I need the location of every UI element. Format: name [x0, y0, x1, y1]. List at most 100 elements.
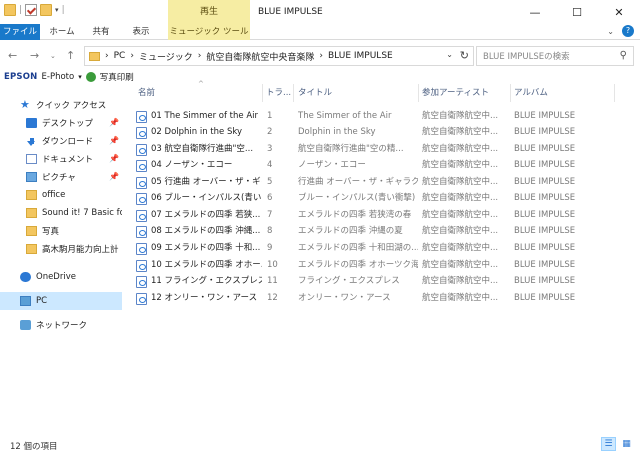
print-icon — [85, 72, 96, 82]
track-artist: 航空自衛隊航空中... — [422, 276, 499, 286]
track-title: エメラルドの四季 若狭湾の春 — [298, 210, 412, 220]
tab-share[interactable]: 共有 — [86, 24, 116, 40]
audio-file-icon — [136, 242, 147, 255]
table-row[interactable]: 05 行進曲 オーバー・ザ・ギャ... 5 行進曲 オーバー・ザ・ギャラク...… — [136, 174, 614, 191]
title-bar: | ▾ | 再生 BLUE IMPULSE — ☐ ✕ — [0, 0, 640, 24]
table-row[interactable]: 06 ブルー・インパルス(青い... 6 ブルー・インパルス(青い衝撃) 航空自… — [136, 190, 614, 207]
table-row[interactable]: 08 エメラルドの四季 沖縄... 8 エメラルドの四季 沖縄の夏 航空自衛隊航… — [136, 223, 614, 240]
large-icons-view-icon[interactable]: ▦ — [619, 437, 634, 451]
track-album: BLUE IMPULSE — [514, 210, 576, 220]
track-album: BLUE IMPULSE — [514, 144, 576, 154]
track-artist: 航空自衛隊航空中... — [422, 260, 499, 270]
tab-music-tools[interactable]: ミュージック ツール — [168, 24, 250, 40]
customize-toolbar-chevron-icon[interactable]: ▾ — [55, 6, 59, 14]
track-number: 12 — [267, 293, 278, 303]
epson-toolbar: EPSON E-Photo ▾ 写真印刷 — [4, 70, 134, 84]
track-artist: 航空自衛隊航空中... — [422, 144, 499, 154]
track-title: The Simmer of the Air — [298, 111, 392, 121]
refresh-icon[interactable]: ↻ — [460, 49, 469, 62]
expand-ribbon-icon[interactable]: ⌄ — [607, 27, 614, 36]
sidebar-item-takagi[interactable]: 高木駒月能力向上計 — [0, 240, 122, 258]
details-view-icon[interactable]: ☰ — [601, 437, 616, 451]
column-header-track[interactable]: トラ... — [266, 84, 292, 102]
table-row[interactable]: 09 エメラルドの四季 十和... 9 エメラルドの四季 十和田湖の... 航空… — [136, 240, 614, 257]
column-header-album[interactable]: アルバム — [514, 84, 610, 102]
track-album: BLUE IMPULSE — [514, 243, 576, 253]
sidebar-item-pictures[interactable]: ピクチャ 📌 — [0, 168, 122, 186]
sidebar-item-desktop[interactable]: デスクトップ 📌 — [0, 114, 122, 132]
file-name: 01 The Simmer of the Air — [151, 111, 258, 121]
table-row[interactable]: 04 ノーザン・エコー 4 ノーザン・エコー 航空自衛隊航空中... BLUE … — [136, 157, 614, 174]
star-icon: ★ — [20, 98, 30, 111]
table-row[interactable]: 03 航空自衛隊行進曲"空... 3 航空自衛隊行進曲"空の精... 航空自衛隊… — [136, 141, 614, 158]
maximize-button[interactable]: ☐ — [556, 0, 598, 24]
table-row[interactable]: 07 エメラルドの四季 若狭... 7 エメラルドの四季 若狭湾の春 航空自衛隊… — [136, 207, 614, 224]
column-header-artist[interactable]: 参加アーティスト — [422, 84, 508, 102]
new-folder-icon[interactable] — [40, 4, 53, 16]
address-dropdown-chevron-icon[interactable]: ⌄ — [446, 50, 453, 59]
sidebar-item-network[interactable]: ネットワーク — [0, 316, 122, 334]
track-number: 9 — [267, 243, 273, 253]
table-row[interactable]: 10 エメラルドの四季 オホー... 10 エメラルドの四季 オホーツク海...… — [136, 257, 614, 274]
tab-file[interactable]: ファイル — [0, 24, 40, 40]
window-controls: — ☐ ✕ — [514, 0, 640, 24]
address-bar[interactable]: › PC › ミュージック › 航空自衛隊航空中央音楽隊 › BLUE IMPU… — [84, 46, 474, 66]
file-name: 04 ノーザン・エコー — [151, 160, 233, 170]
tab-view[interactable]: 表示 — [124, 24, 158, 40]
breadcrumb-pc[interactable]: PC — [114, 51, 126, 61]
track-album: BLUE IMPULSE — [514, 276, 576, 286]
folder-icon — [26, 244, 37, 254]
audio-file-icon — [136, 159, 147, 172]
table-row[interactable]: 11 フライング・エクスプレス 11 フライング・エクスプレス 航空自衛隊航空中… — [136, 273, 614, 290]
epson-dropdown-chevron-icon[interactable]: ▾ — [78, 73, 82, 81]
file-name: 03 航空自衛隊行進曲"空... — [151, 144, 254, 154]
context-tab-play[interactable]: 再生 — [168, 0, 250, 24]
table-row[interactable]: 02 Dolphin in the Sky 2 Dolphin in the S… — [136, 124, 614, 141]
epson-logo: EPSON — [4, 72, 38, 82]
file-name: 05 行進曲 オーバー・ザ・ギャ... — [151, 177, 262, 187]
audio-file-icon — [136, 259, 147, 272]
track-artist: 航空自衛隊航空中... — [422, 127, 499, 137]
audio-file-icon — [136, 110, 147, 123]
close-button[interactable]: ✕ — [598, 0, 640, 24]
recent-locations-chevron-icon[interactable]: ⌄ — [50, 52, 56, 60]
track-number: 6 — [267, 193, 273, 203]
forward-arrow-icon[interactable]: → — [30, 49, 39, 62]
column-header-title[interactable]: タイトル — [298, 84, 418, 102]
sidebar-item-onedrive[interactable]: OneDrive — [0, 268, 122, 286]
photo-print-button[interactable]: 写真印刷 — [100, 71, 134, 83]
track-artist: 航空自衛隊航空中... — [422, 111, 499, 121]
sidebar-item-documents[interactable]: ドキュメント 📌 — [0, 150, 122, 168]
search-icon: ⚲ — [619, 50, 627, 61]
track-artist: 航空自衛隊航空中... — [422, 160, 499, 170]
file-name: 10 エメラルドの四季 オホー... — [151, 260, 262, 270]
back-arrow-icon[interactable]: ← — [8, 49, 17, 62]
breadcrumb-band[interactable]: 航空自衛隊航空中央音楽隊 — [206, 50, 314, 63]
column-header-name[interactable]: 名前 — [138, 84, 262, 102]
up-arrow-icon[interactable]: ↑ — [66, 49, 75, 62]
track-title: オンリー・ワン・アース — [298, 293, 391, 303]
ribbon-tabs: ファイル ホーム 共有 表示 ミュージック ツール ⌄ ? — [0, 24, 640, 40]
breadcrumb-album[interactable]: BLUE IMPULSE — [328, 51, 393, 61]
cloud-icon — [20, 272, 31, 282]
track-number: 5 — [267, 177, 273, 187]
breadcrumb-music[interactable]: ミュージック — [139, 50, 193, 63]
file-name: 11 フライング・エクスプレス — [151, 276, 262, 286]
track-title: Dolphin in the Sky — [298, 127, 376, 137]
sidebar-item-pc[interactable]: PC — [0, 292, 122, 310]
minimize-button[interactable]: — — [514, 0, 556, 24]
sidebar-item-photos[interactable]: 写真 — [0, 222, 122, 240]
properties-icon[interactable] — [25, 4, 38, 16]
sidebar-item-office[interactable]: office — [0, 186, 122, 204]
navigation-pane: ★ クイック アクセス デスクトップ 📌 ダウンロード 📌 ドキュメント 📌 ピ… — [0, 94, 122, 424]
sidebar-item-sound-it[interactable]: Sound it! 7 Basic for — [0, 204, 122, 222]
sidebar-item-quick-access[interactable]: ★ クイック アクセス — [0, 96, 122, 114]
pin-icon: 📌 — [109, 154, 119, 163]
table-row[interactable]: 12 オンリー・ワン・アース 12 オンリー・ワン・アース 航空自衛隊航空中..… — [136, 290, 614, 307]
tab-home[interactable]: ホーム — [44, 24, 80, 40]
epson-app-menu[interactable]: E-Photo — [42, 72, 75, 82]
sidebar-item-downloads[interactable]: ダウンロード 📌 — [0, 132, 122, 150]
search-input[interactable]: BLUE IMPULSEの検索 ⚲ — [476, 46, 634, 66]
help-icon[interactable]: ? — [622, 25, 634, 37]
table-row[interactable]: 01 The Simmer of the Air 1 The Simmer of… — [136, 108, 614, 125]
